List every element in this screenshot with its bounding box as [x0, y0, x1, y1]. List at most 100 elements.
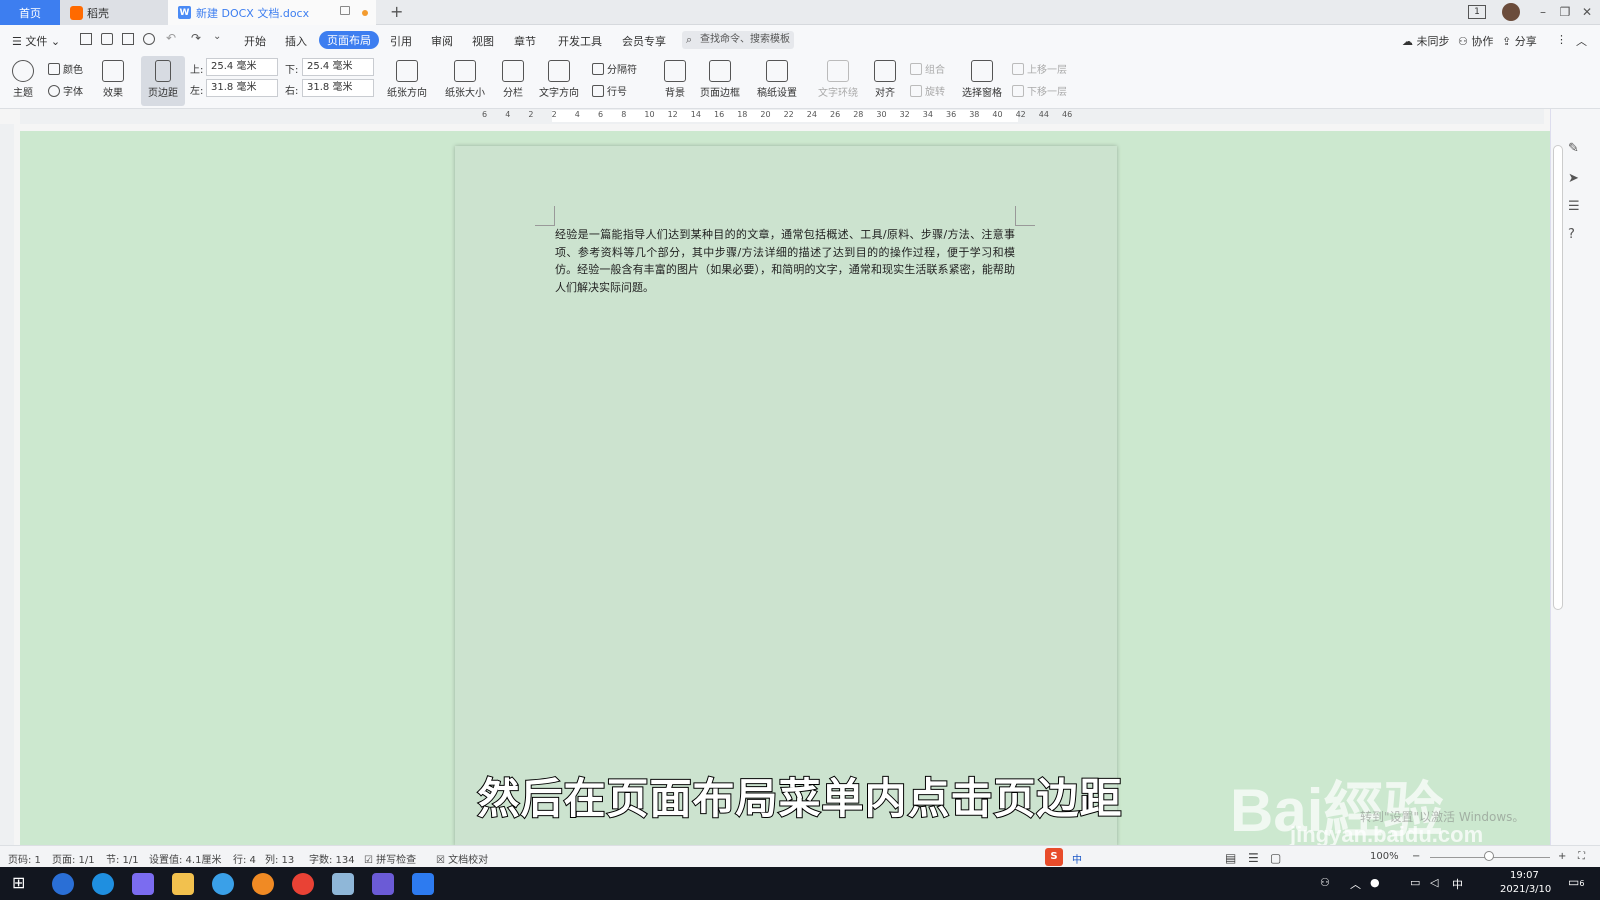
app-edge-icon[interactable]: [52, 873, 74, 895]
page-view-icon[interactable]: ▤: [1225, 851, 1236, 865]
settings-sliders-icon[interactable]: ☰: [1568, 199, 1580, 214]
paper-size-button[interactable]: 纸张大小: [440, 60, 490, 99]
app-media-player-icon[interactable]: [372, 873, 394, 895]
text-direction-button[interactable]: 文字方向: [534, 60, 584, 99]
clock-time[interactable]: 19:07: [1510, 870, 1539, 881]
app-hexagon-icon[interactable]: [132, 873, 154, 895]
app-notepad-icon[interactable]: [332, 873, 354, 895]
document-body-text[interactable]: 经验是一篇能指导人们达到某种目的的文章，通常包括概述、工具/原料、步骤/方法、注…: [555, 226, 1015, 296]
menu-developer[interactable]: 开发工具: [558, 33, 602, 49]
pages-view-icon[interactable]: 1: [1468, 5, 1486, 19]
app-qq-browser-icon[interactable]: [212, 873, 234, 895]
menu-chapter[interactable]: 章节: [514, 33, 536, 49]
notification-icon[interactable]: ▭6: [1568, 875, 1584, 889]
align-button[interactable]: 对齐: [868, 60, 902, 99]
undo-icon[interactable]: ↶: [166, 31, 176, 45]
menu-start[interactable]: 开始: [244, 33, 266, 49]
avatar[interactable]: [1502, 3, 1520, 21]
zoom-level[interactable]: 100%: [1370, 851, 1399, 862]
app-browser-icon[interactable]: [92, 873, 114, 895]
vertical-scrollbar[interactable]: [1553, 145, 1563, 610]
redo-icon[interactable]: ↷: [191, 31, 201, 45]
columns-button[interactable]: 分栏: [496, 60, 530, 99]
bring-forward-button[interactable]: 上移一层: [1012, 61, 1067, 76]
status-pages[interactable]: 页面: 1/1: [52, 851, 95, 866]
sogou-ime-icon[interactable]: S: [1045, 848, 1063, 866]
tray-expand-icon[interactable]: ︿: [1350, 876, 1361, 892]
file-explorer-icon[interactable]: [172, 873, 194, 895]
zoom-slider-thumb[interactable]: [1484, 851, 1494, 861]
tab-daoke[interactable]: 稻壳: [60, 0, 168, 25]
line-numbers-button[interactable]: 行号: [592, 83, 627, 98]
zoom-out-icon[interactable]: −: [1412, 851, 1420, 862]
bottom-margin-input[interactable]: 25.4 毫米: [302, 58, 374, 76]
document-page[interactable]: 经验是一篇能指导人们达到某种目的的文章，通常包括概述、工具/原料、步骤/方法、注…: [455, 146, 1117, 846]
theme-button[interactable]: 主题: [8, 60, 38, 99]
print-preview-icon[interactable]: [143, 33, 155, 45]
customize-icon[interactable]: ⌄: [213, 31, 221, 42]
top-margin-input[interactable]: 25.4 毫米: [206, 58, 278, 76]
help-icon[interactable]: ?: [1568, 227, 1575, 242]
menu-member[interactable]: 会员专享: [622, 33, 666, 49]
volume-icon[interactable]: ◁: [1430, 876, 1438, 889]
group-button[interactable]: 组合: [910, 61, 945, 76]
color-button[interactable]: 颜色: [48, 61, 83, 76]
taskbar-ime-label[interactable]: 中: [1452, 876, 1463, 892]
orientation-button[interactable]: 纸张方向: [382, 60, 432, 99]
draft-settings-button[interactable]: 稿纸设置: [754, 60, 800, 99]
more-icon[interactable]: ⋮: [1556, 33, 1567, 46]
left-margin-input[interactable]: 31.8 毫米: [206, 79, 278, 97]
font-button[interactable]: 字体: [48, 83, 83, 98]
outline-view-icon[interactable]: ☰: [1248, 851, 1259, 865]
cursor-icon[interactable]: ➤: [1568, 171, 1579, 186]
menu-review[interactable]: 审阅: [431, 33, 453, 49]
breaks-button[interactable]: 分隔符: [592, 61, 637, 76]
rotate-button[interactable]: 旋转: [910, 83, 945, 98]
restore-icon[interactable]: ❐: [1556, 4, 1574, 20]
menu-insert[interactable]: 插入: [285, 33, 307, 49]
zoom-in-icon[interactable]: +: [1558, 851, 1566, 862]
save-icon[interactable]: [80, 33, 92, 45]
page-border-button[interactable]: 页面边框: [698, 60, 742, 99]
menu-references[interactable]: 引用: [390, 33, 412, 49]
collaborate-button[interactable]: ⚇ 协作: [1458, 33, 1493, 49]
margins-button[interactable]: 页边距: [141, 56, 185, 106]
effect-button[interactable]: 效果: [98, 60, 128, 99]
selection-pane-button[interactable]: 选择窗格: [960, 60, 1004, 99]
edit-pen-icon[interactable]: ✎: [1568, 141, 1579, 156]
search-input[interactable]: ⌕ 查找命令、搜索模板: [682, 31, 794, 49]
people-icon[interactable]: ⚇: [1320, 876, 1330, 889]
vertical-ruler[interactable]: [0, 124, 14, 846]
proofread-button[interactable]: ☒ 文档校对: [436, 851, 488, 866]
menu-file[interactable]: ☰ 文件 ⌄: [12, 33, 60, 49]
tray-app-icon[interactable]: ●: [1370, 876, 1380, 889]
tab-home[interactable]: 首页: [0, 0, 60, 25]
web-view-icon[interactable]: ▢: [1270, 851, 1281, 865]
wps-writer-icon[interactable]: [412, 873, 434, 895]
background-button[interactable]: 背景: [660, 60, 690, 99]
menu-view[interactable]: 视图: [472, 33, 494, 49]
text-wrap-button[interactable]: 文字环绕: [812, 60, 864, 99]
close-icon[interactable]: ✕: [1578, 4, 1596, 20]
collapse-ribbon-icon[interactable]: ︿: [1576, 33, 1587, 49]
tab-document[interactable]: W 新建 DOCX 文档.docx: [168, 0, 376, 25]
minimize-icon[interactable]: –: [1534, 4, 1552, 20]
chrome-icon[interactable]: [292, 873, 314, 895]
export-icon[interactable]: [101, 33, 113, 45]
right-margin-input[interactable]: 31.8 毫米: [302, 79, 374, 97]
app-music-icon[interactable]: [252, 873, 274, 895]
ime-mode-label[interactable]: 中: [1072, 851, 1082, 866]
clock-date[interactable]: 2021/3/10: [1500, 884, 1551, 895]
spellcheck-button[interactable]: ☑ 拼写检查: [364, 851, 416, 866]
sync-status[interactable]: ☁ 未同步: [1402, 33, 1450, 49]
window-icon[interactable]: [340, 6, 350, 15]
new-tab-button[interactable]: +: [390, 2, 403, 21]
print-icon[interactable]: [122, 33, 134, 45]
status-word-count[interactable]: 字数: 134: [309, 851, 355, 866]
fullscreen-icon[interactable]: ⛶: [1578, 851, 1585, 862]
network-icon[interactable]: ▭: [1410, 876, 1420, 889]
windows-start-icon[interactable]: ⊞: [12, 873, 25, 892]
share-button[interactable]: ⇪ 分享: [1502, 33, 1537, 49]
send-backward-button[interactable]: 下移一层: [1012, 83, 1067, 98]
menu-page-layout[interactable]: 页面布局: [319, 31, 379, 49]
